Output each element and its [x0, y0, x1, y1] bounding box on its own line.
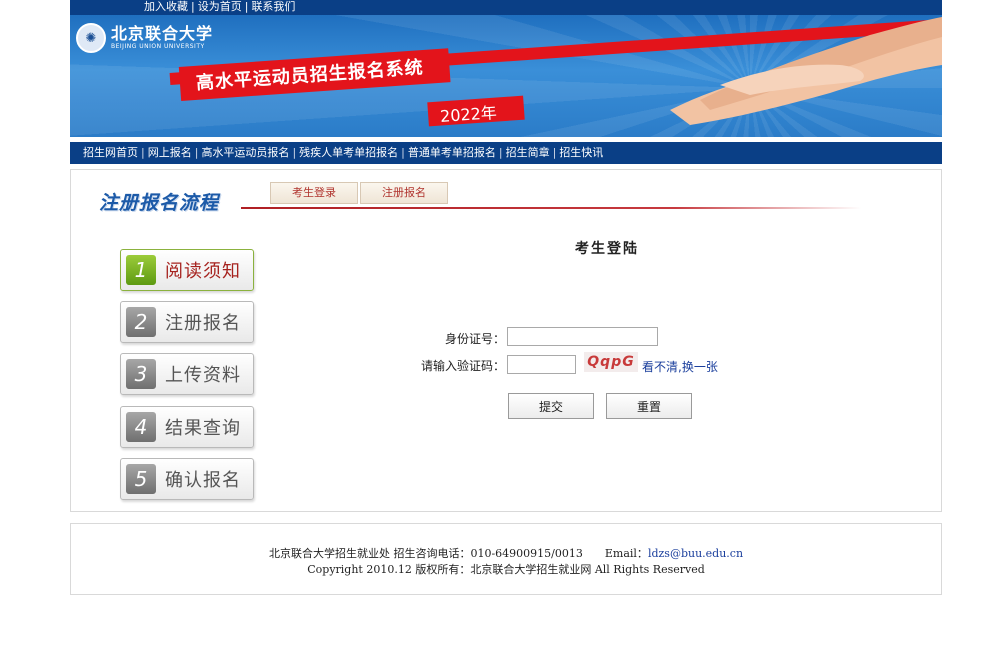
footer-email-link[interactable]: ldzs@buu.edu.cn: [648, 547, 743, 560]
tab-student-login[interactable]: 考生登录: [270, 182, 358, 204]
footer-email-label: Email：: [604, 547, 648, 560]
nav-athlete-registration[interactable]: 高水平运动员报名: [201, 146, 289, 159]
separator: |: [498, 146, 503, 159]
step-check-result[interactable]: 4 结果查询: [120, 406, 254, 448]
separator: |: [141, 146, 145, 159]
separator: |: [552, 146, 557, 159]
step-number: 2: [126, 307, 156, 337]
add-favorite-link[interactable]: 加入收藏: [144, 0, 188, 13]
captcha-label: 请输入验证码：: [420, 359, 505, 373]
footer-contact: 北京联合大学招生就业处 招生咨询电话：010-64900915/0013: [268, 547, 583, 560]
nav-admission-news[interactable]: 招生快讯: [559, 146, 603, 159]
university-emblem-icon: ✺: [76, 23, 106, 53]
logo-english-name: BEIJING UNION UNIVERSITY: [111, 43, 205, 50]
tab-register[interactable]: 注册报名: [360, 182, 448, 204]
logo-chinese-name: 北京联合大学: [111, 24, 214, 43]
banner-year: 2022年: [439, 103, 498, 126]
separator: |: [401, 146, 405, 159]
university-logo: ✺ 北京联合大学 BEIJING UNION UNIVERSITY: [76, 23, 213, 53]
step-confirm-registration[interactable]: 5 确认报名: [120, 458, 254, 500]
submit-button[interactable]: 提交: [508, 393, 594, 419]
nav-general-registration[interactable]: 普通单考单招报名: [408, 146, 496, 159]
id-number-input[interactable]: [507, 327, 658, 346]
step-number: 4: [126, 412, 156, 442]
step-number: 5: [126, 464, 156, 494]
main-nav: 招生网首页 | 网上报名 | 高水平运动员报名 | 残疾人单考单招报名 | 普通单考单招报名 | 招…: [70, 142, 942, 164]
id-number-label: 身份证号：: [444, 332, 505, 346]
footer-copyright: Copyright 2010.12 版权所有：北京联合大学招生就业网 All R…: [307, 563, 705, 576]
separator: |: [292, 146, 297, 159]
step-label: 阅读须知: [165, 261, 241, 282]
step-read-notice[interactable]: 1 阅读须知: [120, 249, 254, 291]
section-divider: [241, 207, 861, 209]
step-label: 上传资料: [165, 365, 241, 386]
separator: |: [244, 0, 249, 13]
set-homepage-link[interactable]: 设为首页: [198, 0, 242, 13]
nav-home[interactable]: 招生网首页: [83, 146, 138, 159]
contact-us-link[interactable]: 联系我们: [251, 0, 295, 13]
step-number: 3: [126, 359, 156, 389]
captcha-image[interactable]: QqpG: [584, 352, 638, 372]
registration-panel: 注册报名流程 考生登录 注册报名 1 阅读须知 2 注册报名 3 上传资料 4 …: [70, 169, 942, 512]
separator: |: [194, 146, 199, 159]
step-label: 结果查询: [165, 418, 241, 439]
step-upload-materials[interactable]: 3 上传资料: [120, 353, 254, 395]
nav-admission-brochure[interactable]: 招生简章: [506, 146, 550, 159]
nav-online-registration[interactable]: 网上报名: [148, 146, 192, 159]
nav-disabled-registration[interactable]: 残疾人单考单招报名: [299, 146, 398, 159]
separator: |: [191, 0, 195, 13]
joined-hands-image: [670, 17, 942, 125]
step-label: 确认报名: [165, 470, 241, 491]
step-register[interactable]: 2 注册报名: [120, 301, 254, 343]
section-title: 注册报名流程: [99, 192, 220, 214]
header-banner: ✺ 北京联合大学 BEIJING UNION UNIVERSITY 高水平运动员…: [70, 15, 942, 137]
step-label: 注册报名: [165, 313, 241, 334]
page-footer: 北京联合大学招生就业处 招生咨询电话：010-64900915/0013 Emai…: [70, 523, 942, 595]
reset-button[interactable]: 重置: [606, 393, 692, 419]
login-title: 考生登陆: [575, 241, 639, 257]
refresh-captcha-link[interactable]: 看不清,换一张: [642, 358, 718, 375]
captcha-input[interactable]: [507, 355, 576, 374]
step-number: 1: [126, 255, 156, 285]
top-link-bar: 加入收藏 | 设为首页 | 联系我们: [70, 0, 942, 15]
